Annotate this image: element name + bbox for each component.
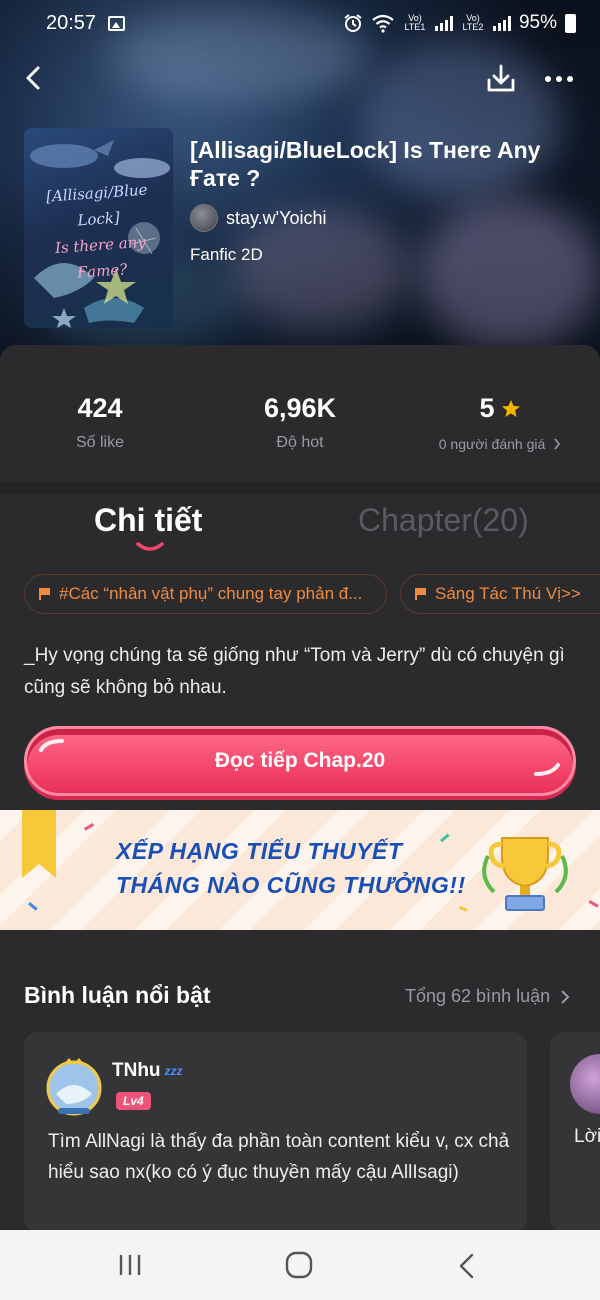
- stat-hot: 6,96K Độ hot: [240, 393, 360, 452]
- avatar[interactable]: [42, 1054, 106, 1118]
- alarm-icon: [344, 14, 362, 32]
- wifi-icon: [372, 14, 394, 33]
- tag-chip[interactable]: Sáng Tác Thú Vị>>: [400, 574, 600, 614]
- author-avatar[interactable]: [190, 204, 218, 232]
- commenter-name[interactable]: TNhu: [112, 1060, 161, 1082]
- comments-title: Bình luận nổi bật: [24, 982, 211, 1008]
- cover-title: [Allisagi/Blue Lock] Is there any Ғaтe?: [45, 180, 149, 282]
- author-row[interactable]: stay.w'Yoichi: [190, 204, 327, 232]
- star-icon: [501, 399, 520, 417]
- sim2-label: Vo) LTE2: [462, 13, 484, 32]
- stat-likes: 424 Số like: [40, 393, 160, 452]
- flag-icon: [415, 588, 426, 600]
- status-bar: 20:57 Vo) LTE1 Vo) LTE2 95%: [0, 0, 600, 46]
- story-title: [Allisagi/BlueLock] Is Tнere Any Ғaтe ?: [190, 137, 541, 191]
- button-shine: [39, 739, 64, 752]
- ranking-banner[interactable]: XẾP HẠNG TIỂU THUYẾT THÁNG NÀO CŨNG THƯỞ…: [0, 810, 600, 930]
- battery-percent: 95%: [518, 12, 557, 33]
- banner-subline: THÁNG NÀO CŨNG THƯỞNG!!: [116, 872, 466, 898]
- tab-bar: Chi tiết Chapter(20): [0, 494, 600, 556]
- tag-label: Sáng Tác Thú Vị>>: [435, 584, 581, 603]
- flag-icon: [39, 588, 50, 600]
- story-header: 20:57 Vo) LTE1 Vo) LTE2 95% [Allisagi/Bl…: [0, 0, 600, 372]
- tag-label: #Các “nhân vật phụ” chung tay phản đ...: [59, 584, 363, 603]
- signal-icon: [492, 15, 511, 31]
- chevron-right-icon: [554, 438, 561, 450]
- system-nav-bar: [0, 1230, 600, 1300]
- comment-text: Tìm AllNagi là thấy đa phần toàn content…: [48, 1131, 510, 1183]
- hot-count: 6,96K: [263, 393, 337, 423]
- recents-icon[interactable]: [116, 1252, 144, 1278]
- stats-panel: 424 Số like 6,96K Độ hot 5 0 người đánh …: [0, 345, 600, 482]
- level-badge: Lv4: [116, 1092, 151, 1110]
- comment-card[interactable]: Lời: [550, 1032, 600, 1232]
- section-divider: [0, 482, 600, 494]
- status-time: 20:57: [46, 11, 97, 34]
- battery-icon: [565, 13, 576, 33]
- likes-label: Số like: [75, 434, 125, 451]
- banner-headline: XẾP HẠNG TIỂU THUYẾT: [116, 838, 403, 864]
- sleeping-status-icon: zzz: [164, 1064, 183, 1078]
- all-comments-link[interactable]: Tổng 62 bình luận: [405, 986, 570, 1007]
- comments-total: Tổng 62 bình luận: [405, 986, 551, 1006]
- tag-chip[interactable]: #Các “nhân vật phụ” chung tay phản đ...: [24, 574, 387, 614]
- story-cover[interactable]: [Allisagi/Blue Lock] Is there any Ғaтe?: [24, 128, 173, 328]
- story-description: _Hy vọng chúng ta sẽ giống như “Tom và J…: [24, 645, 565, 698]
- comment-card[interactable]: TNhu zzz Lv4 Tìm AllNagi là thấy đa phần…: [24, 1032, 527, 1232]
- hot-label: Độ hot: [276, 434, 324, 451]
- tab-chapter[interactable]: Chapter(20): [358, 502, 529, 539]
- stat-rating[interactable]: 5 0 người đánh giá: [425, 393, 575, 452]
- likes-count: 424: [77, 393, 123, 423]
- signal-icon: [434, 15, 453, 31]
- tab-detail[interactable]: Chi tiết: [94, 502, 202, 539]
- download-icon[interactable]: [482, 60, 520, 98]
- comment-text: Lời: [574, 1126, 600, 1147]
- rating-label: 0 người đánh giá: [438, 436, 546, 452]
- home-icon[interactable]: [284, 1250, 314, 1280]
- rating-value: 5: [479, 393, 495, 423]
- gallery-icon: [108, 15, 126, 31]
- back-arrow-icon[interactable]: [16, 60, 52, 96]
- back-icon[interactable]: [456, 1252, 478, 1280]
- sim1-label: Vo) LTE1: [404, 13, 426, 32]
- active-tab-indicator: [136, 542, 164, 551]
- trophy-icon: [482, 837, 568, 911]
- top-bar: [0, 56, 600, 102]
- more-icon[interactable]: [540, 60, 578, 98]
- chevron-right-icon: [561, 989, 570, 1004]
- button-shine: [534, 763, 560, 776]
- avatar[interactable]: [570, 1054, 600, 1114]
- author-name[interactable]: stay.w'Yoichi: [226, 208, 327, 229]
- story-genre: Fanfic 2D: [190, 245, 263, 264]
- continue-reading-button[interactable]: Đọc tiếp Chap.20: [24, 726, 576, 796]
